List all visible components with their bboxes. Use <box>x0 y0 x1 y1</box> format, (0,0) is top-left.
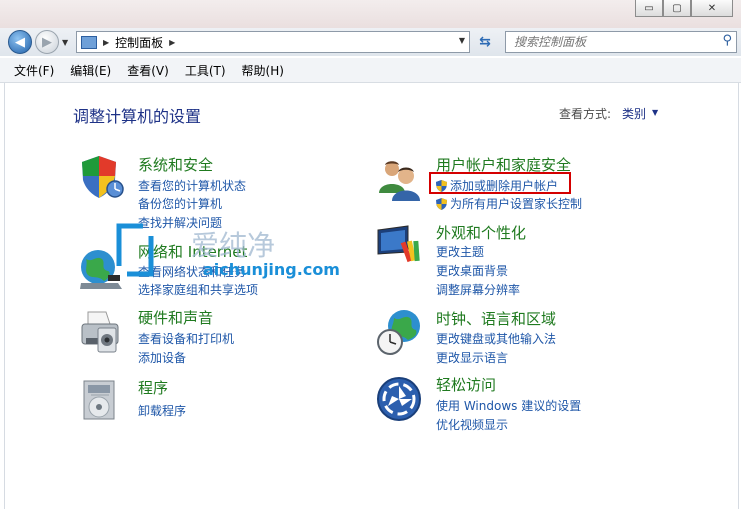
arrow-right-icon: ▶ <box>42 34 52 50</box>
programs-icon[interactable] <box>78 377 124 423</box>
address-dropdown-icon[interactable]: ▼ <box>459 36 465 45</box>
link-change-background[interactable]: 更改桌面背景 <box>436 262 508 279</box>
category-system-security[interactable]: 系统和安全 <box>138 154 213 175</box>
link-view-computer-status[interactable]: 查看您的计算机状态 <box>138 177 246 194</box>
window-controls: ▭ ▢ ✕ <box>635 0 733 17</box>
chevron-down-icon[interactable]: ▼ <box>652 108 658 117</box>
category-appearance[interactable]: 外观和个性化 <box>436 222 526 243</box>
category-hardware-sound[interactable]: 硬件和声音 <box>138 307 213 328</box>
uac-shield-icon <box>436 198 447 210</box>
link-windows-recommended-settings[interactable]: 使用 Windows 建议的设置 <box>436 397 581 414</box>
maximize-button[interactable]: ▢ <box>663 0 691 17</box>
watermark-logo-icon <box>116 223 154 277</box>
address-bar[interactable]: ▶ 控制面板 ▶ ▼ <box>76 31 470 53</box>
view-by-dropdown[interactable]: 类别 <box>622 105 646 122</box>
menu-file[interactable]: 文件(F) <box>6 62 62 79</box>
title-bar: ▭ ▢ ✕ <box>0 0 741 28</box>
search-box[interactable]: ⚲ <box>505 31 737 53</box>
link-change-theme[interactable]: 更改主题 <box>436 243 484 260</box>
chevron-right-icon[interactable]: ▶ <box>103 38 109 47</box>
link-optimize-video[interactable]: 优化视频显示 <box>436 416 508 433</box>
link-change-keyboard[interactable]: 更改键盘或其他输入法 <box>436 330 556 347</box>
ease-of-access-icon[interactable] <box>376 376 422 422</box>
watermark: 爱纯净 aichunjing.com <box>113 222 340 284</box>
watermark-brand: 爱纯净 <box>191 229 276 262</box>
link-add-device[interactable]: 添加设备 <box>138 349 186 366</box>
link-change-display-language[interactable]: 更改显示语言 <box>436 349 508 366</box>
refresh-button[interactable]: ⇆ <box>474 32 496 52</box>
close-button[interactable]: ✕ <box>691 0 733 17</box>
printer-icon[interactable] <box>78 308 124 354</box>
link-parental-controls-label[interactable]: 为所有用户设置家长控制 <box>450 197 582 211</box>
watermark-url: aichunjing.com <box>203 260 340 279</box>
users-icon[interactable] <box>376 157 422 203</box>
category-clock-language-region[interactable]: 时钟、语言和区域 <box>436 308 556 329</box>
menu-edit[interactable]: 编辑(E) <box>62 62 119 79</box>
minimize-button[interactable]: ▭ <box>635 0 663 17</box>
forward-button[interactable]: ▶ <box>35 30 59 54</box>
link-parental-controls[interactable]: 为所有用户设置家长控制 <box>436 195 582 212</box>
link-backup-computer[interactable]: 备份您的计算机 <box>138 195 222 212</box>
link-uninstall-program[interactable]: 卸载程序 <box>138 402 186 419</box>
arrow-left-icon: ◀ <box>15 34 25 50</box>
navigation-bar: ◀ ▶ ▼ ▶ 控制面板 ▶ ▼ ⇆ ⚲ <box>0 28 741 56</box>
menu-bar: 文件(F) 编辑(E) 查看(V) 工具(T) 帮助(H) <box>0 58 741 83</box>
refresh-icon: ⇆ <box>479 34 491 50</box>
content-pane <box>4 83 739 509</box>
search-input[interactable] <box>512 34 716 50</box>
breadcrumb-control-panel[interactable]: 控制面板 <box>115 34 163 51</box>
highlight-box <box>429 172 571 194</box>
recent-pages-dropdown[interactable]: ▼ <box>62 38 68 47</box>
search-icon[interactable]: ⚲ <box>722 33 732 48</box>
shield-icon[interactable] <box>78 154 124 200</box>
category-ease-of-access[interactable]: 轻松访问 <box>436 374 496 395</box>
page-title: 调整计算机的设置 <box>73 107 202 126</box>
category-programs[interactable]: 程序 <box>138 377 168 398</box>
control-panel-icon <box>81 35 97 49</box>
link-screen-resolution[interactable]: 调整屏幕分辨率 <box>436 281 520 298</box>
clock-globe-icon[interactable] <box>376 308 422 358</box>
menu-tools[interactable]: 工具(T) <box>177 62 234 79</box>
display-icon[interactable] <box>376 224 422 270</box>
view-by-label: 查看方式: <box>559 107 612 121</box>
menu-help[interactable]: 帮助(H) <box>234 62 292 79</box>
chevron-right-icon[interactable]: ▶ <box>169 38 175 47</box>
menu-view[interactable]: 查看(V) <box>119 62 177 79</box>
link-devices-printers[interactable]: 查看设备和打印机 <box>138 330 234 347</box>
back-button[interactable]: ◀ <box>8 30 32 54</box>
